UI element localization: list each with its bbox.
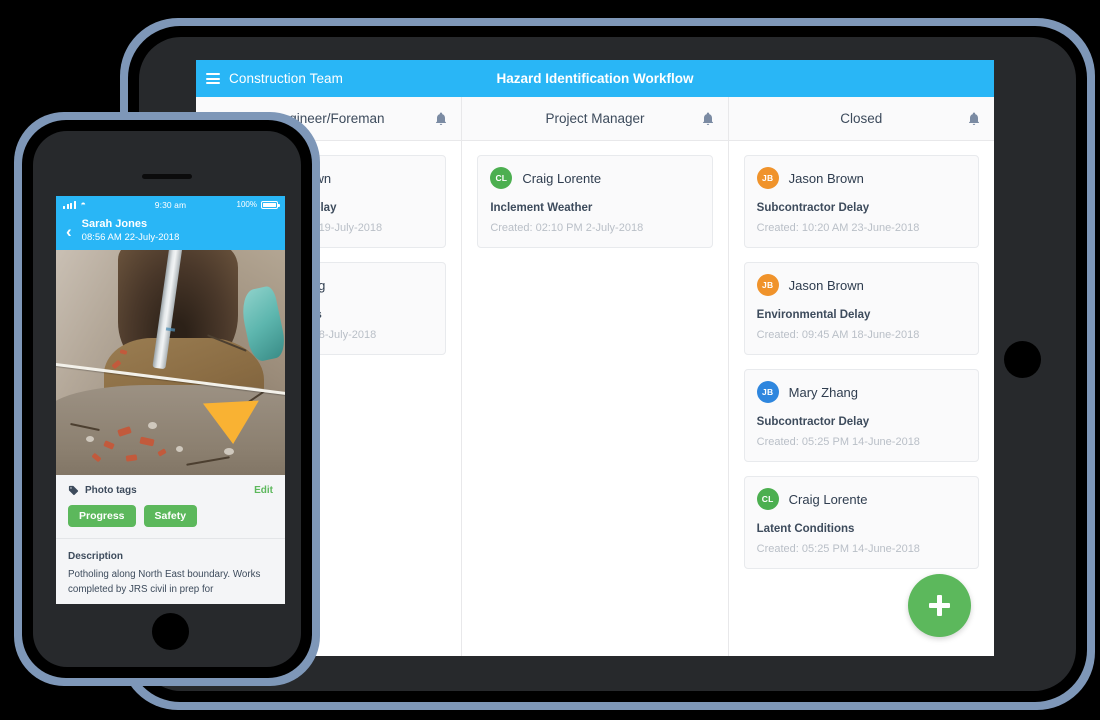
team-name-label[interactable]: Construction Team xyxy=(229,71,343,86)
status-badge[interactable]: Progress xyxy=(68,505,136,527)
card-hazard-type: Subcontractor Delay xyxy=(756,416,870,428)
table-row[interactable]: JB Jason Brown Environmental Delay Creat… xyxy=(743,262,979,355)
tag-icon xyxy=(68,485,79,496)
card-user: JB Jason Brown xyxy=(756,274,966,296)
nav-user-name: Sarah Jones xyxy=(81,218,148,231)
kanban-column-closed: Closed JB Jason Brown Subcontractor Dela… xyxy=(728,97,994,656)
table-row[interactable]: CL Craig Lorente Latent Conditions Creat… xyxy=(743,476,979,569)
card-user: CL Craig Lorente xyxy=(756,488,966,510)
card-user-name: Jason Brown xyxy=(788,277,864,293)
status-bar-time: 9:30 am xyxy=(154,199,187,210)
photo-pebble xyxy=(148,422,157,429)
card-created-timestamp: Created: 05:25 PM 14-June-2018 xyxy=(756,436,920,448)
card-user: JB Mary Zhang xyxy=(756,381,966,403)
add-hazard-button[interactable] xyxy=(907,574,971,637)
excavation-trench-photo[interactable] xyxy=(56,250,285,475)
avatar: JB xyxy=(756,381,779,403)
card-hazard-type: Inclement Weather xyxy=(490,202,593,214)
column-card-list[interactable]: CL Craig Lorente Inclement Weather Creat… xyxy=(462,141,727,656)
tablet-home-button[interactable] xyxy=(1004,341,1041,378)
card-user-name: Mary Zhang xyxy=(788,384,859,400)
phone-status-bar: ◓ 9:30 am 100% xyxy=(56,196,285,213)
card-user-name: Jason Brown xyxy=(788,170,864,186)
avatar: CL xyxy=(756,488,779,510)
description-label: Description xyxy=(68,551,124,562)
column-header: Closed xyxy=(728,97,994,141)
nav-user-block: Sarah Jones 08:56 AM 22-July-2018 xyxy=(82,218,180,244)
table-row[interactable]: JB Mary Zhang Subcontractor Delay Create… xyxy=(743,369,979,462)
card-user-name: Craig Lorente xyxy=(788,491,868,507)
photo-tag-chip-list: Progress Safety xyxy=(68,505,273,527)
photo-pebble xyxy=(224,448,234,455)
photo-tags-header: Photo tags Edit xyxy=(68,485,273,496)
kanban-column-project-manager: Project Manager CL Craig Lorente Incleme… xyxy=(462,97,729,656)
hamburger-icon[interactable] xyxy=(206,73,220,84)
description-text: Potholing along North East boundary. Wor… xyxy=(68,569,261,596)
card-created-timestamp: Created: 02:10 PM 2-July-2018 xyxy=(490,222,644,234)
column-title: Closed xyxy=(840,111,883,126)
card-user: JB Jason Brown xyxy=(756,167,966,189)
phone-home-button[interactable] xyxy=(152,613,189,650)
description-panel: Description Potholing along North East b… xyxy=(56,539,285,604)
table-row[interactable]: JB Jason Brown Subcontractor Delay Creat… xyxy=(743,155,979,248)
photo-yellow-marker-flag xyxy=(202,400,262,446)
battery-full-icon xyxy=(261,200,280,209)
status-badge[interactable]: Safety xyxy=(143,505,198,527)
card-user-name: Craig Lorente xyxy=(522,170,602,186)
card-created-timestamp: Created: 05:25 PM 14-June-2018 xyxy=(756,543,920,555)
photo-tags-label: Photo tags xyxy=(85,485,137,496)
phone-earpiece-speaker xyxy=(142,174,192,179)
card-hazard-type: Environmental Delay xyxy=(756,309,871,321)
card-created-timestamp: Created: 09:45 AM 18-June-2018 xyxy=(756,329,920,341)
phone-nav-bar: ‹ Sarah Jones 08:56 AM 22-July-2018 xyxy=(56,213,285,250)
card-user: CL Craig Lorente xyxy=(490,167,699,189)
screenshot-stage: Construction Team Hazard Identification … xyxy=(0,0,1100,720)
photo-pebble xyxy=(176,446,183,452)
bell-icon[interactable] xyxy=(702,112,714,125)
tablet-app-bar: Construction Team Hazard Identification … xyxy=(196,60,994,97)
table-row[interactable]: CL Craig Lorente Inclement Weather Creat… xyxy=(477,155,713,248)
nav-user-timestamp: 08:56 AM 22-July-2018 xyxy=(81,232,180,244)
chevron-left-icon[interactable]: ‹ xyxy=(66,223,72,240)
column-title: Project Manager xyxy=(545,111,645,126)
edit-tags-button[interactable]: Edit xyxy=(254,485,273,496)
photo-tags-panel: Photo tags Edit Progress Safety xyxy=(56,475,285,539)
card-hazard-type: Subcontractor Delay xyxy=(756,202,870,214)
avatar: JB xyxy=(756,167,779,189)
column-header: Project Manager xyxy=(462,97,728,141)
phone-screen: ◓ 9:30 am 100% ‹ Sarah Jones 08:56 AM 22… xyxy=(56,196,285,604)
avatar: JB xyxy=(756,274,779,296)
bell-icon[interactable] xyxy=(435,112,447,125)
plus-icon-vertical xyxy=(936,595,942,616)
avatar: CL xyxy=(490,167,513,189)
card-created-timestamp: Created: 10:20 AM 23-June-2018 xyxy=(756,222,920,234)
photo-pebble xyxy=(86,436,94,442)
card-hazard-type: Latent Conditions xyxy=(756,523,855,535)
bell-icon[interactable] xyxy=(968,112,980,125)
